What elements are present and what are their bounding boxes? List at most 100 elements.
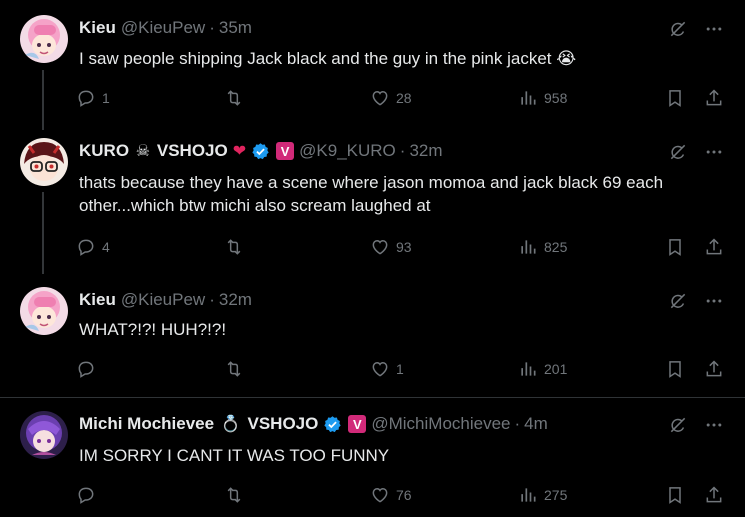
reply-button[interactable]: [76, 483, 102, 507]
avatar[interactable]: [20, 15, 68, 63]
tweet-actions: 1 201: [76, 357, 726, 381]
grok-icon[interactable]: [668, 19, 688, 39]
separator: ·: [514, 414, 521, 433]
timestamp[interactable]: 32m: [409, 141, 442, 161]
heart-icon: [370, 359, 390, 379]
bookmark-button[interactable]: [665, 235, 691, 259]
like-count: 76: [396, 487, 412, 503]
verified-badge-icon[interactable]: [323, 415, 342, 434]
like-button[interactable]: 93: [370, 235, 412, 259]
retweet-icon: [224, 88, 244, 108]
ring-emoji: 💍: [220, 416, 241, 433]
username[interactable]: @K9_KURO: [299, 141, 396, 161]
like-count: 1: [396, 361, 404, 377]
tweet-header: Kieu @KieuPew · 32m: [79, 289, 252, 311]
avatar[interactable]: [20, 138, 68, 186]
bookmark-button[interactable]: [665, 483, 691, 507]
reply-icon: [76, 88, 96, 108]
display-name[interactable]: Michi Mochievee 💍 VSHOJO: [79, 414, 318, 434]
affiliate-badge[interactable]: V: [276, 142, 295, 160]
reply-icon: [76, 485, 96, 505]
avatar[interactable]: [20, 287, 68, 335]
heart-icon: [370, 237, 390, 257]
share-button[interactable]: [704, 483, 730, 507]
retweet-icon: [224, 485, 244, 505]
username[interactable]: @KieuPew: [121, 290, 205, 310]
retweet-icon: [224, 359, 244, 379]
share-icon: [704, 359, 724, 379]
bookmark-button[interactable]: [665, 357, 691, 381]
tweet-actions: 1 28 958: [76, 86, 726, 110]
timestamp[interactable]: 32m: [219, 290, 252, 310]
more-options-icon[interactable]: [704, 19, 724, 39]
views-icon: [518, 88, 538, 108]
tweet-actions: 4 93 825: [76, 235, 726, 259]
share-button[interactable]: [704, 86, 730, 110]
grok-icon[interactable]: [668, 291, 688, 311]
bookmark-icon: [665, 359, 685, 379]
thread-line: [42, 192, 44, 274]
grok-icon[interactable]: [668, 415, 688, 435]
reply-button[interactable]: 4: [76, 235, 110, 259]
heart-emoji: ❤: [232, 143, 247, 160]
reply-button[interactable]: 1: [76, 86, 110, 110]
username[interactable]: @KieuPew: [121, 18, 205, 38]
views-button[interactable]: 825: [518, 235, 567, 259]
views-count: 275: [544, 487, 568, 503]
share-button[interactable]: [704, 235, 730, 259]
bookmark-icon: [665, 237, 685, 257]
retweet-button[interactable]: [224, 235, 250, 259]
views-button[interactable]: 201: [518, 357, 567, 381]
more-options-icon[interactable]: [704, 291, 724, 311]
share-button[interactable]: [704, 357, 730, 381]
heart-icon: [370, 88, 390, 108]
reply-icon: [76, 359, 96, 379]
like-count: 28: [396, 90, 412, 106]
share-icon: [704, 237, 724, 257]
views-icon: [518, 359, 538, 379]
views-count: 825: [544, 239, 568, 255]
views-count: 201: [544, 361, 568, 377]
heart-icon: [370, 485, 390, 505]
reply-count: 1: [102, 90, 110, 106]
retweet-icon: [224, 237, 244, 257]
separator: ·: [399, 141, 406, 160]
tweet-text: thats because they have a scene where ja…: [79, 173, 664, 215]
display-name[interactable]: Kieu: [79, 290, 116, 310]
display-name[interactable]: Kieu: [79, 18, 116, 38]
like-button[interactable]: 28: [370, 86, 412, 110]
tweet-text: I saw people shipping Jack black and the…: [79, 49, 577, 68]
like-count: 93: [396, 239, 412, 255]
display-name[interactable]: KURO ☠ VSHOJO: [79, 141, 228, 161]
reply-icon: [76, 237, 96, 257]
retweet-button[interactable]: [224, 357, 250, 381]
tweet-text: IM SORRY I CANT IT WAS TOO FUNNY: [79, 446, 390, 465]
tweet-header: Michi Mochievee 💍 VSHOJO V @MichiMochiev…: [79, 413, 548, 435]
separator: ·: [209, 18, 215, 37]
like-button[interactable]: 1: [370, 357, 404, 381]
views-button[interactable]: 275: [518, 483, 567, 507]
affiliate-badge[interactable]: V: [348, 415, 367, 433]
username[interactable]: @MichiMochievee: [371, 414, 510, 434]
views-icon: [518, 237, 538, 257]
bookmark-button[interactable]: [665, 86, 691, 110]
retweet-button[interactable]: [224, 483, 250, 507]
more-options-icon[interactable]: [704, 142, 724, 162]
more-options-icon[interactable]: [704, 415, 724, 435]
retweet-button[interactable]: [224, 86, 250, 110]
tweet-actions: 76 275: [76, 483, 726, 507]
like-button[interactable]: 76: [370, 483, 412, 507]
views-button[interactable]: 958: [518, 86, 567, 110]
avatar[interactable]: [20, 411, 68, 459]
timestamp[interactable]: 35m: [219, 18, 252, 38]
reply-count: 4: [102, 239, 110, 255]
tweet-header: Kieu @KieuPew · 35m: [79, 17, 252, 39]
separator: ·: [209, 290, 215, 309]
grok-icon[interactable]: [668, 142, 688, 162]
skull-crossbones-emoji: ☠: [135, 143, 151, 160]
tweet-header: KURO ☠ VSHOJO ❤ V @K9_KURO · 32m: [79, 140, 443, 162]
views-count: 958: [544, 90, 568, 106]
timestamp[interactable]: 4m: [524, 414, 548, 434]
reply-button[interactable]: [76, 357, 102, 381]
verified-badge-icon[interactable]: [251, 142, 270, 161]
